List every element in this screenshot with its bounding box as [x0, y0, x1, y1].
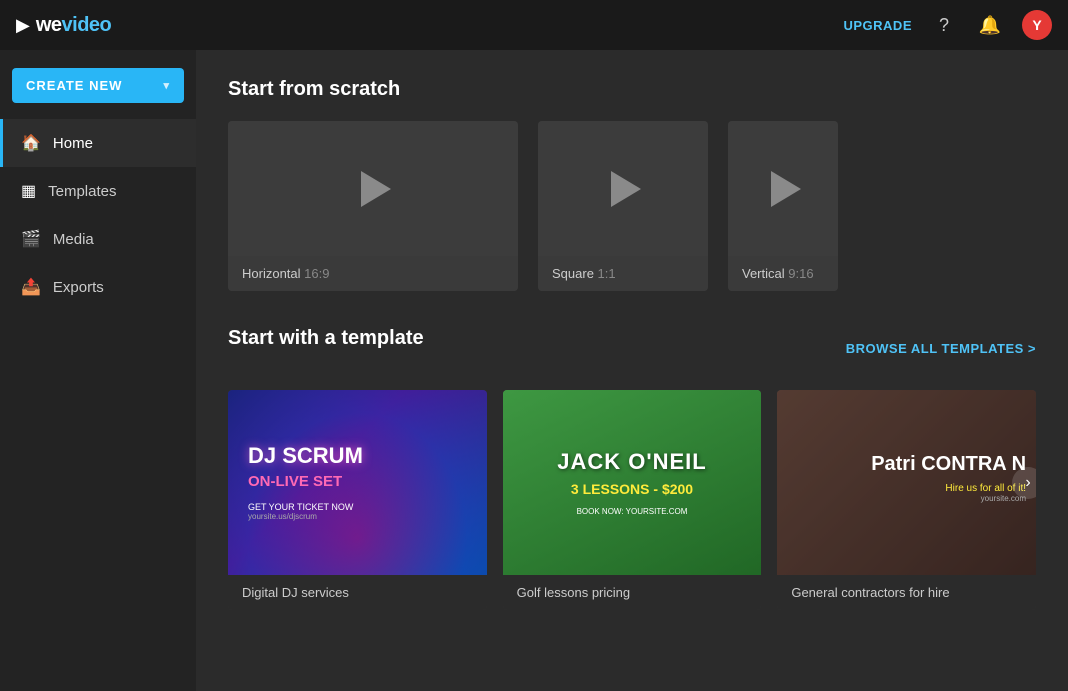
create-new-button[interactable]: CREATE NEW ▾ [12, 68, 184, 103]
contractor-card-label: General contractors for hire [777, 575, 1036, 610]
logo: ▶ wevideo [16, 14, 111, 37]
dj-subtitle-text: ON-LIVE SET [248, 473, 342, 490]
sidebar-item-templates-label: Templates [48, 183, 116, 200]
golf-background: JACK O'NEIL 3 LESSONS - $200 BOOK NOW: Y… [503, 390, 762, 575]
logo-video: video [62, 14, 112, 36]
sidebar-item-home[interactable]: 🏠 Home [0, 119, 196, 167]
create-btn-wrapper: CREATE NEW ▾ [0, 60, 196, 119]
scratch-card-vertical[interactable]: Vertical 9:16 [728, 121, 838, 291]
template-card-dj[interactable]: DJ SCRUM ON-LIVE SET GET YOUR TICKET NOW… [228, 390, 487, 610]
scratch-card-horizontal[interactable]: Horizontal 16:9 [228, 121, 518, 291]
sidebar: CREATE NEW ▾ 🏠 Home ▦ Templates 🎬 Media … [0, 50, 196, 691]
play-icon [611, 171, 641, 207]
exports-icon: 📤 [21, 277, 41, 297]
scratch-section-title: Start from scratch [228, 78, 1036, 101]
sidebar-item-home-label: Home [53, 135, 93, 152]
sidebar-item-exports[interactable]: 📤 Exports [0, 263, 196, 311]
scratch-label-horizontal: Horizontal [242, 266, 301, 281]
template-card-contractor[interactable]: Patri CONTRA N Hire us for all of it! yo… [777, 390, 1036, 610]
help-icon[interactable]: ? [930, 11, 958, 39]
template-section-title: Start with a template [228, 327, 424, 350]
golf-overlay: JACK O'NEIL 3 LESSONS - $200 BOOK NOW: Y… [503, 390, 762, 575]
golf-subtitle-text: 3 LESSONS - $200 [571, 481, 693, 497]
dj-site-text: yoursite.us/djscrum [248, 512, 317, 521]
body: CREATE NEW ▾ 🏠 Home ▦ Templates 🎬 Media … [0, 50, 1068, 691]
golf-card-label: Golf lessons pricing [503, 575, 762, 610]
template-cards: DJ SCRUM ON-LIVE SET GET YOUR TICKET NOW… [228, 390, 1036, 610]
contractor-thumb: Patri CONTRA N Hire us for all of it! yo… [777, 390, 1036, 575]
logo-icon: ▶ [16, 15, 30, 36]
golf-title-text: JACK O'NEIL [557, 449, 706, 475]
contractor-background: Patri CONTRA N Hire us for all of it! yo… [777, 390, 1036, 575]
scratch-label-vertical: Vertical [742, 266, 785, 281]
header: ▶ wevideo UPGRADE ? 🔔 Y [0, 0, 1068, 50]
sidebar-item-media-label: Media [53, 231, 94, 248]
scratch-aspect-horizontal: 16:9 [304, 266, 329, 281]
template-section-header: Start with a template BROWSE ALL TEMPLAT… [228, 327, 1036, 370]
scratch-card-square[interactable]: Square 1:1 [538, 121, 708, 291]
create-new-label: CREATE NEW [26, 78, 122, 93]
logo-text: wevideo [36, 14, 111, 37]
scratch-aspect-square: 1:1 [598, 266, 616, 281]
contractor-site-text: yoursite.com [871, 494, 1026, 503]
templates-icon: ▦ [21, 181, 36, 201]
chevron-down-icon: ▾ [163, 79, 170, 92]
golf-cta-text: BOOK NOW: YOURSITE.COM [577, 507, 688, 516]
dj-background: DJ SCRUM ON-LIVE SET GET YOUR TICKET NOW… [228, 390, 487, 575]
scratch-card-horizontal-label: Horizontal 16:9 [228, 256, 518, 291]
sidebar-item-exports-label: Exports [53, 279, 104, 296]
scratch-aspect-vertical: 9:16 [788, 266, 813, 281]
template-next-button[interactable]: › [1012, 467, 1036, 499]
contractor-name-text: Patri CONTRA N [871, 453, 1026, 475]
main-content: Start from scratch Horizontal 16:9 Squar… [196, 50, 1068, 691]
sidebar-item-templates[interactable]: ▦ Templates [0, 167, 196, 215]
browse-all-templates-link[interactable]: BROWSE ALL TEMPLATES > [846, 341, 1036, 356]
notifications-icon[interactable]: 🔔 [976, 11, 1004, 39]
golf-thumb: JACK O'NEIL 3 LESSONS - $200 BOOK NOW: Y… [503, 390, 762, 575]
play-icon [771, 171, 801, 207]
dj-card-label: Digital DJ services [228, 575, 487, 610]
dj-cta-text: GET YOUR TICKET NOW [248, 502, 353, 512]
scratch-cards: Horizontal 16:9 Square 1:1 [228, 121, 1036, 291]
scratch-card-square-label: Square 1:1 [538, 256, 708, 291]
home-icon: 🏠 [21, 133, 41, 153]
contractor-cta-text: Hire us for all of it! [871, 483, 1026, 494]
dj-name-text: DJ SCRUM [248, 444, 363, 468]
scratch-card-horizontal-thumb [228, 121, 518, 256]
template-card-golf[interactable]: JACK O'NEIL 3 LESSONS - $200 BOOK NOW: Y… [503, 390, 762, 610]
contractor-text-block: Patri CONTRA N Hire us for all of it! yo… [871, 453, 1026, 503]
scratch-label-square: Square [552, 266, 594, 281]
media-icon: 🎬 [21, 229, 41, 249]
scratch-card-square-thumb [538, 121, 708, 256]
header-right: UPGRADE ? 🔔 Y [843, 10, 1052, 40]
play-icon [361, 171, 391, 207]
upgrade-button[interactable]: UPGRADE [843, 18, 912, 33]
avatar[interactable]: Y [1022, 10, 1052, 40]
dj-thumb: DJ SCRUM ON-LIVE SET GET YOUR TICKET NOW… [228, 390, 487, 575]
scratch-card-vertical-label: Vertical 9:16 [728, 256, 838, 291]
sidebar-item-media[interactable]: 🎬 Media [0, 215, 196, 263]
scratch-card-vertical-thumb [728, 121, 838, 256]
logo-we: we [36, 14, 62, 36]
